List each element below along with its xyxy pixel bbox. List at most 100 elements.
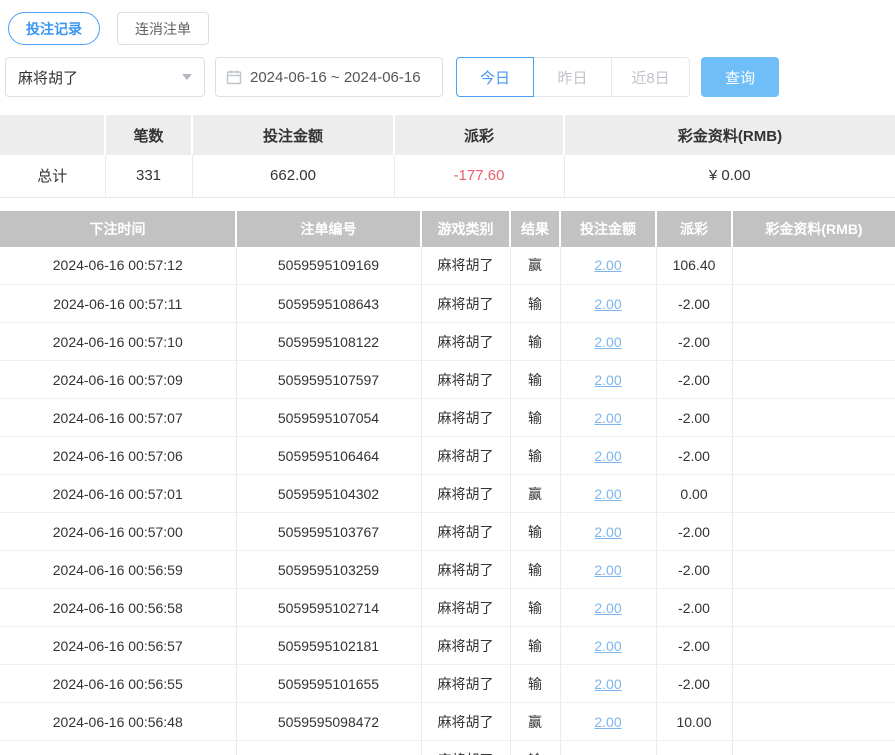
table-row: 2024-06-16 00:57:12 5059595109169 麻将胡了赢 2.0… xyxy=(0,246,895,285)
game-type-select[interactable]: 麻将胡了 xyxy=(5,57,205,97)
date-range-input[interactable]: 2024-06-16 ~ 2024-06-16 xyxy=(215,57,443,97)
bet-amount-link[interactable]: 2.00 xyxy=(594,600,621,616)
bet-amount-cell: 2.00 xyxy=(560,588,657,627)
bet-amount-link[interactable]: 2.00 xyxy=(594,257,621,273)
yesterday-button[interactable]: 昨日 xyxy=(534,57,612,97)
result-cell: 输 xyxy=(510,360,561,399)
tab-cancelled-bets[interactable]: 连消注单 xyxy=(117,12,209,45)
date-range-value: 2024-06-16 ~ 2024-06-16 xyxy=(250,68,421,86)
bet-time-cell: 2024-06-16 00:57:09 xyxy=(0,360,237,399)
bet-time-cell: 2024-06-16 00:57:00 xyxy=(0,512,237,551)
game-type-cell: 麻将胡了 xyxy=(421,588,511,627)
bet-time-cell: 2024-06-16 00:57:11 xyxy=(0,284,237,323)
result-cell: 赢 xyxy=(510,246,561,285)
bet-amount-cell: 2.00 xyxy=(560,474,657,513)
bet-time-cell: 2024-06-16 00:56:48 xyxy=(0,702,237,741)
today-button[interactable]: 今日 xyxy=(456,57,534,97)
bet-number-cell: 5059595102714 xyxy=(236,588,422,627)
game-type-cell: 麻将胡了 xyxy=(421,626,511,665)
summary-column-header: 投注金额 xyxy=(192,115,395,155)
payout-cell: -2.00 xyxy=(656,664,733,703)
result-cell: 赢 xyxy=(510,474,561,513)
bonus-cell xyxy=(732,512,895,551)
payout-cell: -2.00 xyxy=(656,322,733,361)
records-column-header: 彩金资料(RMB) xyxy=(732,210,895,247)
game-type-cell: 麻将胡了 xyxy=(421,284,511,323)
bet-number-cell xyxy=(236,740,422,755)
table-row: 2024-06-16 00:57:10 5059595108122 麻将胡了输 2.0… xyxy=(0,322,895,361)
records-table: 下注时间 注单编号 游戏类别 结果 投注金额 派彩 彩金资料(RMB) 2024-06-16… xyxy=(0,210,895,755)
game-type-cell: 麻将胡了 xyxy=(421,702,511,741)
bet-amount-link[interactable]: 2.00 xyxy=(594,372,621,388)
records-column-header: 下注时间 xyxy=(0,210,237,247)
bet-amount-link[interactable]: 2.00 xyxy=(594,714,621,730)
bet-number-cell: 5059595103767 xyxy=(236,512,422,551)
bonus-cell xyxy=(732,550,895,589)
result-cell: 输 xyxy=(510,512,561,551)
bonus-cell xyxy=(732,246,895,285)
payout-cell: 106.40 xyxy=(656,246,733,285)
table-row: 2024-06-16 00:57:11 5059595108643 麻将胡了输 2.0… xyxy=(0,284,895,323)
bet-amount-cell: 2.00 xyxy=(560,664,657,703)
calendar-icon xyxy=(226,69,242,85)
bet-time-cell: 2024-06-16 00:57:10 xyxy=(0,322,237,361)
bet-amount-cell: 2.00 xyxy=(560,550,657,589)
bet-time-cell: 2024-06-16 00:56:59 xyxy=(0,550,237,589)
table-row: 麻将胡了输 xyxy=(0,740,895,755)
summary-column-header: 派彩 xyxy=(394,115,565,155)
summary-column-header: 笔数 xyxy=(105,115,193,155)
bet-amount-link[interactable]: 2.00 xyxy=(594,524,621,540)
bet-amount-link[interactable]: 2.00 xyxy=(594,562,621,578)
records-column-header: 结果 xyxy=(510,210,561,247)
payout-cell: -2.00 xyxy=(656,398,733,437)
bet-time-cell: 2024-06-16 00:57:01 xyxy=(0,474,237,513)
bet-amount-cell: 2.00 xyxy=(560,512,657,551)
bonus-cell xyxy=(732,322,895,361)
tabs-row: 投注记录 连消注单 xyxy=(0,0,895,45)
bet-time-cell: 2024-06-16 00:57:06 xyxy=(0,436,237,475)
payout-cell: -2.00 xyxy=(656,626,733,665)
bet-amount-cell: 2.00 xyxy=(560,246,657,285)
payout-cell: -2.00 xyxy=(656,588,733,627)
quick-date-group: 今日 昨日 近8日 xyxy=(456,57,690,97)
game-type-cell: 麻将胡了 xyxy=(421,322,511,361)
bet-amount-link[interactable]: 2.00 xyxy=(594,448,621,464)
bet-number-cell: 5059595104302 xyxy=(236,474,422,513)
payout-cell: -2.00 xyxy=(656,550,733,589)
records-header-row: 下注时间 注单编号 游戏类别 结果 投注金额 派彩 彩金资料(RMB) xyxy=(0,210,895,247)
game-type-cell: 麻将胡了 xyxy=(421,398,511,437)
payout-cell: -2.00 xyxy=(656,284,733,323)
game-type-cell: 麻将胡了 xyxy=(421,436,511,475)
tab-betting-records[interactable]: 投注记录 xyxy=(8,12,100,45)
bet-number-cell: 5059595107054 xyxy=(236,398,422,437)
game-type-cell: 麻将胡了 xyxy=(421,740,511,755)
table-row: 2024-06-16 00:56:55 5059595101655 麻将胡了输 2.0… xyxy=(0,664,895,703)
payout-cell xyxy=(656,740,733,755)
bet-amount-cell: 2.00 xyxy=(560,626,657,665)
bet-number-cell: 5059595101655 xyxy=(236,664,422,703)
bet-amount-link[interactable]: 2.00 xyxy=(594,296,621,312)
game-type-cell: 麻将胡了 xyxy=(421,246,511,285)
summary-bet-amount: 662.00 xyxy=(192,155,395,198)
bet-amount-link[interactable]: 2.00 xyxy=(594,676,621,692)
query-button[interactable]: 查询 xyxy=(701,57,779,97)
bet-amount-cell: 2.00 xyxy=(560,702,657,741)
bonus-cell xyxy=(732,740,895,755)
result-cell: 输 xyxy=(510,550,561,589)
summary-total-row: 总计 331 662.00 -177.60 ¥ 0.00 xyxy=(0,155,895,198)
bet-number-cell: 5059595098472 xyxy=(236,702,422,741)
payout-cell: -2.00 xyxy=(656,436,733,475)
result-cell: 输 xyxy=(510,322,561,361)
bet-number-cell: 5059595106464 xyxy=(236,436,422,475)
bet-amount-link[interactable]: 2.00 xyxy=(594,486,621,502)
result-cell: 赢 xyxy=(510,702,561,741)
bet-amount-cell: 2.00 xyxy=(560,436,657,475)
last-8-days-button[interactable]: 近8日 xyxy=(612,57,690,97)
bet-amount-link[interactable]: 2.00 xyxy=(594,638,621,654)
summary-count: 331 xyxy=(105,155,193,198)
result-cell: 输 xyxy=(510,588,561,627)
betting-records-page: 投注记录 连消注单 麻将胡了 2024-06-16 ~ 2024-06-16 今… xyxy=(0,0,895,755)
bet-amount-link[interactable]: 2.00 xyxy=(594,334,621,350)
bet-amount-link[interactable]: 2.00 xyxy=(594,410,621,426)
bet-amount-cell: 2.00 xyxy=(560,322,657,361)
